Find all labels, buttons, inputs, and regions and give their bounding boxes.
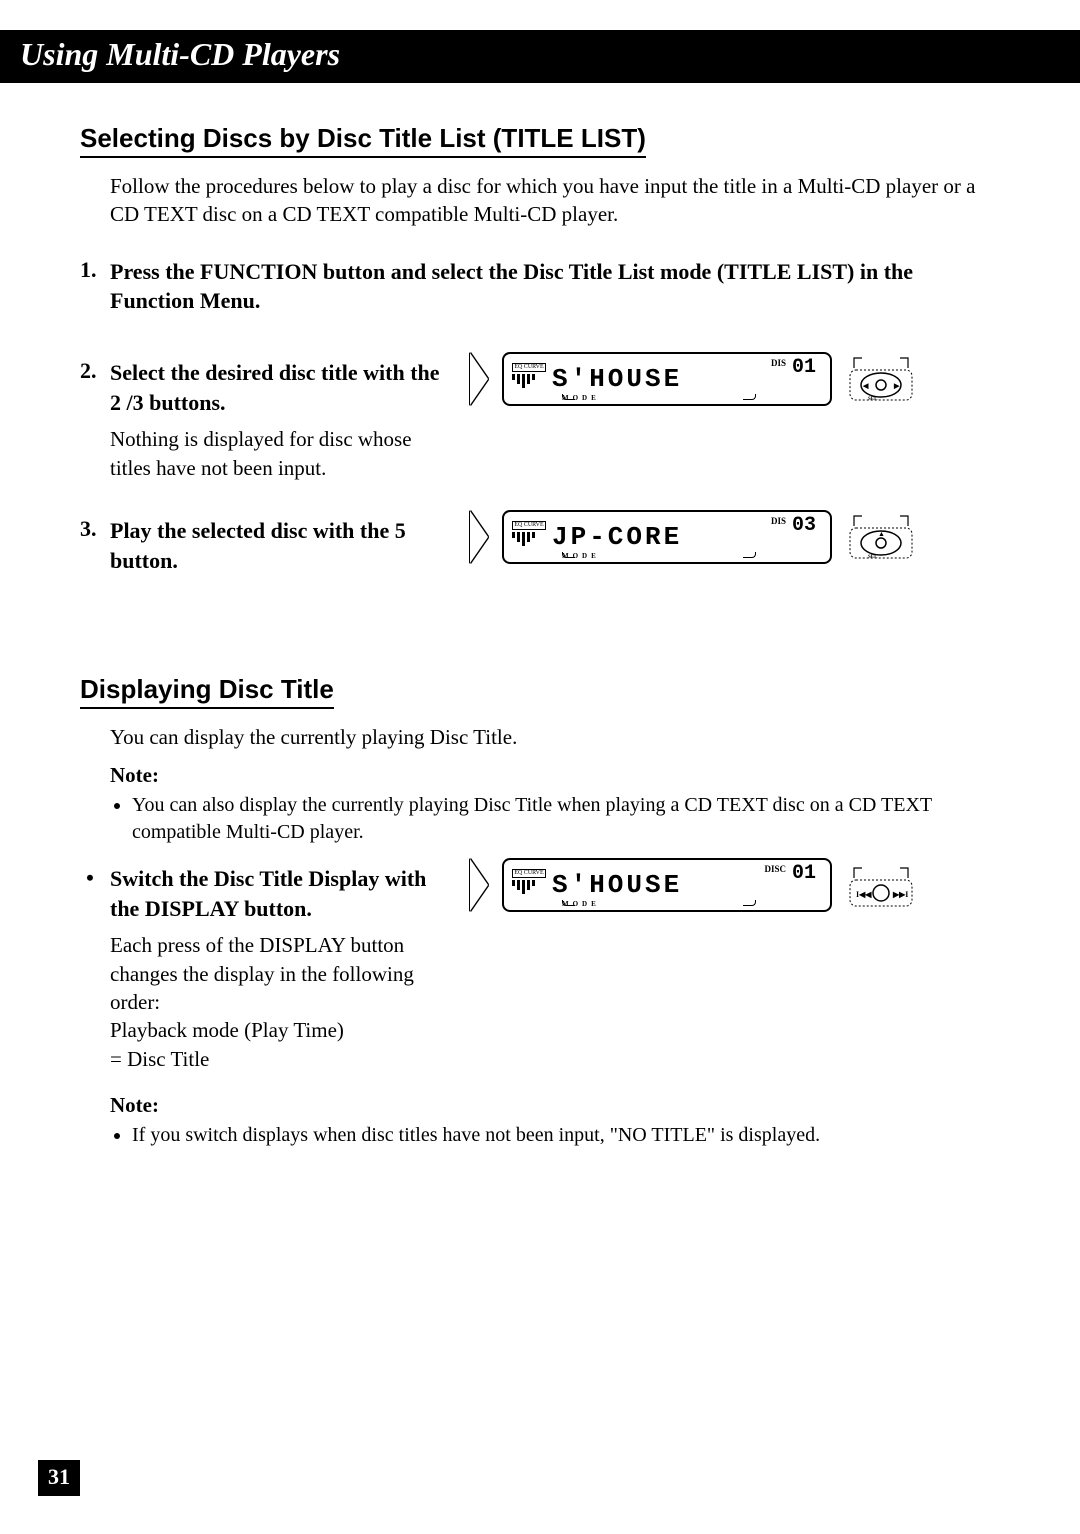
remote-dpad-icon: ▲ SEL xyxy=(846,510,916,564)
pointer-arrow-icon xyxy=(470,511,488,563)
lcd-title-text: S'HOUSE xyxy=(552,364,822,394)
page-number: 31 xyxy=(38,1460,80,1496)
lcd-panel: EQ CURVE S'HOUSE DISC 01 MODE xyxy=(502,858,832,912)
manual-page: Using Multi-CD Players Selecting Discs b… xyxy=(0,0,1080,1534)
step-number: 1. xyxy=(80,257,110,324)
svg-text:▲: ▲ xyxy=(878,530,885,538)
step-number: 2. xyxy=(80,358,110,482)
svg-text:▶▶I: ▶▶I xyxy=(892,890,908,899)
lcd-mode-label: MODE xyxy=(562,552,600,560)
note-item: If you switch displays when disc titles … xyxy=(132,1122,1000,1149)
svg-text:SEL: SEL xyxy=(868,397,878,402)
steps-list: 1. Press the FUNCTION button and select … xyxy=(80,257,1000,584)
step-3: 3. Play the selected disc with the 5 but… xyxy=(80,516,1000,583)
bullet-icon: • xyxy=(80,864,100,1073)
step-heading: Play the selected disc with the 5 button… xyxy=(110,516,440,575)
lcd-disc-number: 01 xyxy=(792,862,816,885)
note-label: Note: xyxy=(110,763,1000,788)
step-heading: Switch the Disc Title Display with the D… xyxy=(110,864,440,923)
eq-curve-icon: EQ CURVE xyxy=(512,363,546,395)
section-heading: Selecting Discs by Disc Title List (TITL… xyxy=(80,123,646,158)
section-intro: Follow the procedures below to play a di… xyxy=(110,172,1000,229)
eq-curve-icon: EQ CURVE xyxy=(512,521,546,553)
eq-curve-label: EQ CURVE xyxy=(512,521,546,530)
note-list: You can also display the currently playi… xyxy=(110,792,1000,846)
step-subtext: Playback mode (Play Time) xyxy=(110,1016,420,1044)
remote-dpad-icon: ◀ ▶ SEL xyxy=(846,352,916,406)
lcd-disc-label: DIS xyxy=(771,516,786,526)
lcd-panel: EQ CURVE JP-CORE DIS 03 MODE xyxy=(502,510,832,564)
display-illustration: EQ CURVE S'HOUSE DISC 01 MODE xyxy=(470,858,916,912)
section-displaying-disc-title: Displaying Disc Title You can display th… xyxy=(80,674,1000,1149)
lcd-disc-label: DIS xyxy=(771,358,786,368)
step-1: 1. Press the FUNCTION button and select … xyxy=(80,257,1000,324)
lcd-title-text: JP-CORE xyxy=(552,522,822,552)
eq-curve-label: EQ CURVE xyxy=(512,363,546,372)
lcd-mode-label: MODE xyxy=(562,900,600,908)
svg-text:I◀◀: I◀◀ xyxy=(856,890,872,899)
note-list: If you switch displays when disc titles … xyxy=(110,1122,1000,1149)
remote-nav-icon: I◀◀ ▶▶I xyxy=(846,858,916,912)
section-intro: You can display the currently playing Di… xyxy=(110,723,1000,751)
lcd-mode-label: MODE xyxy=(562,394,600,402)
svg-text:▶: ▶ xyxy=(893,382,900,390)
pointer-arrow-icon xyxy=(470,859,488,911)
step-heading: Press the FUNCTION button and select the… xyxy=(110,257,1000,316)
eq-curve-icon: EQ CURVE xyxy=(512,869,546,901)
step-2: 2. Select the desired disc title with th… xyxy=(80,358,1000,482)
chapter-title-bar: Using Multi-CD Players xyxy=(0,30,1080,83)
lcd-disc-label: DISC xyxy=(764,864,786,874)
section-title-list: Selecting Discs by Disc Title List (TITL… xyxy=(80,123,1000,584)
step-number: 3. xyxy=(80,516,110,583)
step-subtext: Each press of the DISPLAY button changes… xyxy=(110,931,420,1016)
lcd-title-text: S'HOUSE xyxy=(552,870,822,900)
svg-text:◀: ◀ xyxy=(862,382,869,390)
svg-text:SEL: SEL xyxy=(868,555,878,560)
step-heading: Select the desired disc title with the 2… xyxy=(110,358,440,417)
section-heading: Displaying Disc Title xyxy=(80,674,334,709)
note-item: You can also display the currently playi… xyxy=(132,792,1000,846)
display-illustration: EQ CURVE JP-CORE DIS 03 MODE xyxy=(470,510,916,564)
note-label: Note: xyxy=(110,1093,1000,1118)
bullet-step: • Switch the Disc Title Display with the… xyxy=(80,864,1000,1073)
eq-curve-label: EQ CURVE xyxy=(512,869,546,878)
display-illustration: EQ CURVE S'HOUSE DIS 01 MODE xyxy=(470,352,916,406)
step-subtext: Nothing is displayed for disc whose titl… xyxy=(110,425,420,482)
lcd-disc-number: 03 xyxy=(792,514,816,537)
lcd-disc-number: 01 xyxy=(792,356,816,379)
pointer-arrow-icon xyxy=(470,353,488,405)
lcd-panel: EQ CURVE S'HOUSE DIS 01 MODE xyxy=(502,352,832,406)
step-subtext: = Disc Title xyxy=(110,1045,420,1073)
